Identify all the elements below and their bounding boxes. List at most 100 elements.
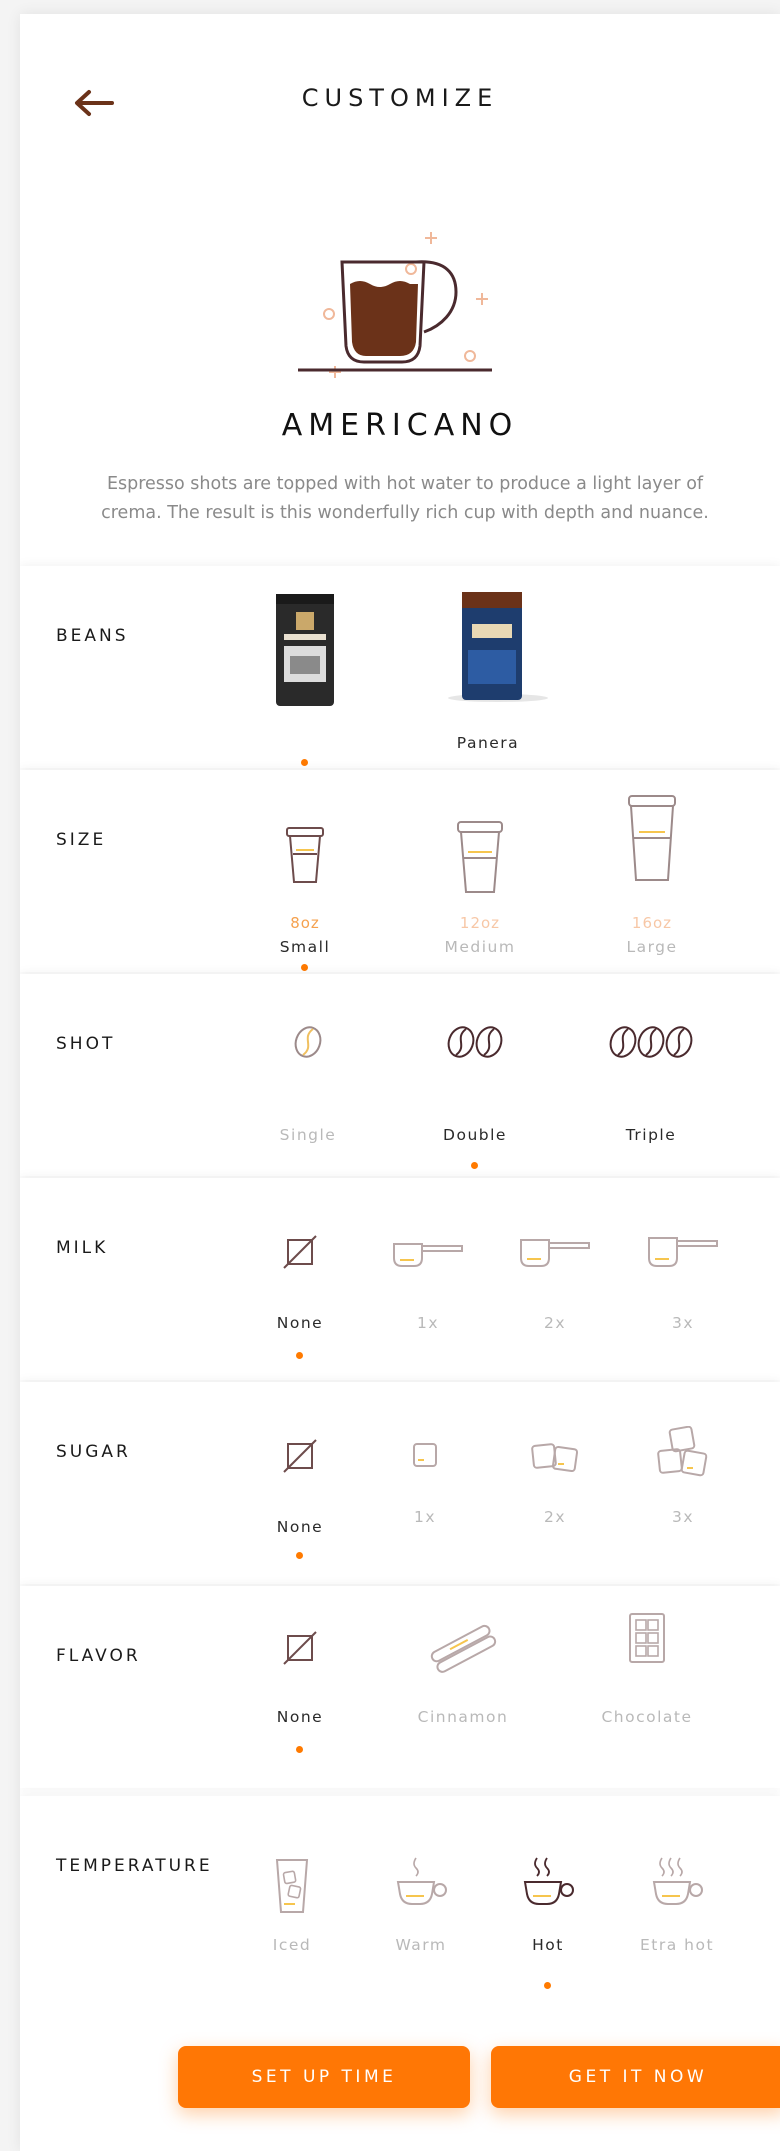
size-name-label: Large xyxy=(626,938,678,956)
flavor-option-label: Chocolate xyxy=(601,1708,693,1726)
flavor-section: FLAVOR None Cinnamon Chocolate xyxy=(20,1586,780,1788)
milk-option-none[interactable]: None xyxy=(235,1178,365,1380)
flavor-option-none[interactable]: None xyxy=(235,1586,365,1788)
section-label: BEANS xyxy=(56,626,129,646)
section-label: MILK xyxy=(56,1238,109,1258)
temperature-option-warm[interactable]: Warm xyxy=(356,1796,486,1998)
selected-indicator xyxy=(301,759,308,766)
milk-option-label: 2x xyxy=(543,1314,567,1332)
temperature-option-hot[interactable]: Hot xyxy=(483,1796,613,1998)
milk-section: MILK None 1x 2x 3x xyxy=(20,1178,780,1380)
sugar-option-2x[interactable]: 2x xyxy=(490,1382,620,1584)
set-up-time-button[interactable]: SET UP TIME xyxy=(178,2046,470,2108)
bean-option-peets[interactable] xyxy=(240,566,370,768)
coffee-beans-double-icon xyxy=(447,1026,503,1058)
temperature-option-label: Hot xyxy=(532,1936,564,1954)
extra-hot-cup-icon xyxy=(652,1857,703,1905)
sugar-section: SUGAR None 1x 2x 3x xyxy=(20,1382,780,1584)
beans-section: BEANS Panera xyxy=(20,566,780,768)
coffee-bean-icon xyxy=(294,1026,322,1058)
section-label: SHOT xyxy=(56,1034,116,1054)
coffee-bag-panera-icon xyxy=(448,592,548,702)
description-line: Espresso shots are topped with hot water… xyxy=(106,474,704,494)
section-label: SUGAR xyxy=(56,1442,131,1462)
selected-indicator xyxy=(296,1552,303,1559)
selected-indicator xyxy=(296,1746,303,1753)
selected-indicator xyxy=(544,1982,551,1989)
sugar-option-label: None xyxy=(276,1518,324,1536)
size-section: SIZE 8oz Small 12oz Medium 16oz Large xyxy=(20,770,780,972)
flavor-option-label: None xyxy=(276,1708,324,1726)
description-line: crema. The result is this wonderfully ri… xyxy=(101,503,709,523)
temperature-option-iced[interactable]: Iced xyxy=(227,1796,357,1998)
measuring-scoop-icon xyxy=(393,1243,463,1267)
temperature-option-label: Iced xyxy=(272,1936,312,1954)
warm-cup-icon xyxy=(396,1857,447,1905)
hot-cup-icon xyxy=(523,1857,574,1905)
page-title: CUSTOMIZE xyxy=(301,84,499,112)
section-label: SIZE xyxy=(56,830,107,850)
shot-option-single[interactable]: Single xyxy=(243,974,373,1176)
milk-option-label: 3x xyxy=(671,1314,695,1332)
medium-cup-icon xyxy=(457,821,503,893)
sugar-option-label: 1x xyxy=(413,1508,437,1526)
flavor-option-label: Cinnamon xyxy=(417,1708,509,1726)
selected-indicator xyxy=(471,1162,478,1169)
size-oz-label: 8oz xyxy=(290,914,320,932)
sugar-option-3x[interactable]: 3x xyxy=(618,1382,748,1584)
section-label: TEMPERATURE xyxy=(56,1856,213,1876)
shot-option-double[interactable]: Double xyxy=(410,974,540,1176)
size-oz-label: 16oz xyxy=(631,914,673,932)
temperature-section: TEMPERATURE Iced Warm Hot Etra hot xyxy=(20,1796,780,1998)
large-cup-icon xyxy=(628,795,676,881)
sugar-option-none[interactable]: None xyxy=(235,1382,365,1584)
flavor-option-chocolate[interactable]: Chocolate xyxy=(582,1586,712,1788)
section-label: FLAVOR xyxy=(56,1646,141,1666)
none-slash-icon xyxy=(283,1439,317,1473)
temperature-option-label: Warm xyxy=(395,1936,447,1954)
shot-option-label: Single xyxy=(279,1126,337,1144)
shot-section: SHOT Single Double Triple xyxy=(20,974,780,1176)
size-oz-label: 12oz xyxy=(459,914,501,932)
none-slash-icon xyxy=(283,1631,317,1665)
milk-option-label: 1x xyxy=(416,1314,440,1332)
sugar-cubes-icon xyxy=(531,1443,579,1473)
customize-screen: CUSTOMIZE AMERICANO Espresso shots are t… xyxy=(20,14,780,2151)
milk-option-1x[interactable]: 1x xyxy=(363,1178,493,1380)
temperature-option-label: Etra hot xyxy=(639,1936,715,1954)
sugar-cube-icon xyxy=(413,1443,437,1467)
selected-indicator xyxy=(296,1352,303,1359)
none-slash-icon xyxy=(283,1235,317,1269)
size-name-label: Small xyxy=(279,938,331,956)
flavor-option-cinnamon[interactable]: Cinnamon xyxy=(398,1586,528,1788)
sugar-option-label: 3x xyxy=(671,1508,695,1526)
coffee-beans-triple-icon xyxy=(609,1026,693,1058)
small-cup-icon xyxy=(286,827,324,883)
size-option-large[interactable]: 16oz Large xyxy=(587,770,717,972)
product-description: Espresso shots are topped with hot water… xyxy=(90,470,720,528)
sugar-option-1x[interactable]: 1x xyxy=(360,1382,490,1584)
size-option-small[interactable]: 8oz Small xyxy=(240,770,370,972)
sugar-option-label: 2x xyxy=(543,1508,567,1526)
top-bar: CUSTOMIZE xyxy=(20,14,780,150)
measuring-scoop-icon xyxy=(648,1237,718,1267)
shot-option-label: Triple xyxy=(625,1126,677,1144)
coffee-bag-peets-icon xyxy=(276,594,334,706)
milk-option-3x[interactable]: 3x xyxy=(618,1178,748,1380)
selected-indicator xyxy=(301,964,308,971)
product-name: AMERICANO xyxy=(281,408,519,443)
product-hero: AMERICANO Espresso shots are topped with… xyxy=(20,152,780,566)
sugar-cubes-icon xyxy=(657,1426,708,1477)
temperature-option-extra-hot[interactable]: Etra hot xyxy=(612,1796,742,1998)
shot-option-triple[interactable]: Triple xyxy=(586,974,716,1176)
iced-glass-icon xyxy=(275,1859,309,1913)
chocolate-bar-icon xyxy=(629,1613,665,1663)
bean-option-panera[interactable]: Panera xyxy=(423,566,553,768)
get-it-now-button[interactable]: GET IT NOW xyxy=(491,2046,780,2108)
size-option-medium[interactable]: 12oz Medium xyxy=(415,770,545,972)
milk-option-2x[interactable]: 2x xyxy=(490,1178,620,1380)
milk-option-label: None xyxy=(276,1314,324,1332)
bean-option-label: Panera xyxy=(456,734,520,752)
measuring-scoop-icon xyxy=(520,1239,590,1267)
size-name-label: Medium xyxy=(444,938,516,956)
